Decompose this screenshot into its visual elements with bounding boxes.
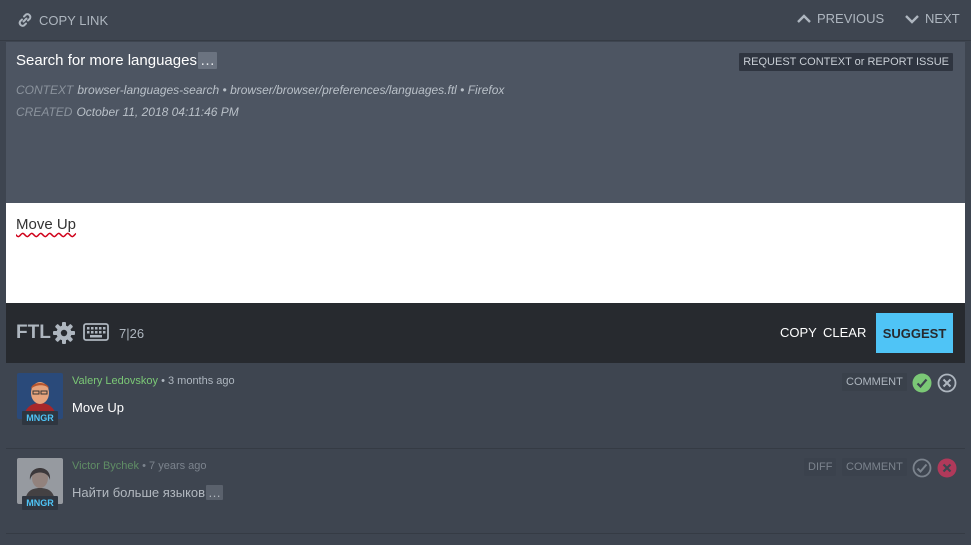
translation-editor[interactable]: Move Up	[6, 203, 965, 303]
next-button[interactable]: NEXT	[904, 11, 960, 26]
character-count: 7|26	[119, 326, 145, 341]
source-ellipsis: …	[197, 52, 217, 69]
copy-link-button[interactable]: COPY LINK	[16, 11, 108, 29]
keyboard-icon[interactable]	[83, 323, 109, 346]
chevron-up-icon	[796, 13, 812, 25]
context-label: CONTEXT	[16, 83, 74, 97]
previous-button[interactable]: PREVIOUS	[796, 11, 884, 26]
approved-icon[interactable]	[912, 373, 932, 393]
translation-time: • 3 months ago	[161, 375, 235, 387]
top-bar: COPY LINK PREVIOUS NEXT	[0, 0, 971, 41]
link-icon	[16, 11, 34, 29]
context-meta: CONTEXT browser-languages-search • browse…	[16, 83, 504, 97]
translation-text: Найти больше языков…	[72, 485, 224, 500]
author-name[interactable]: Valery Ledovskoy	[72, 375, 158, 387]
source-text: Search for more languages	[16, 52, 197, 69]
created-meta: CREATED October 11, 2018 04:11:46 PM	[16, 105, 239, 119]
delete-icon[interactable]	[937, 458, 957, 478]
translation-ellipsis: …	[206, 485, 224, 500]
translation-author: Victor Bychek • 7 years ago	[72, 460, 207, 472]
request-context-button[interactable]: REQUEST CONTEXT or REPORT ISSUE	[739, 53, 953, 71]
reject-icon[interactable]	[937, 373, 957, 393]
editor-toolbar: FTL 7|26 COPY CLEAR SUGGEST	[6, 303, 965, 363]
clear-button[interactable]: CLEAR	[823, 325, 866, 340]
translation-item[interactable]: MNGR Valery Ledovskoy • 3 months ago Mov…	[6, 364, 965, 449]
approve-icon[interactable]	[912, 458, 932, 478]
diff-button[interactable]: DIFF	[804, 458, 837, 476]
author-name[interactable]: Victor Bychek	[72, 460, 139, 472]
chevron-down-icon	[904, 13, 920, 25]
ftl-label: FTL	[16, 322, 51, 343]
translation-text: Move Up	[72, 400, 125, 415]
translation-text-value: Найти больше языков	[72, 485, 206, 500]
translation-time: • 7 years ago	[142, 460, 207, 472]
created-value: October 11, 2018 04:11:46 PM	[76, 105, 239, 119]
next-label: NEXT	[925, 11, 960, 26]
context-value[interactable]: browser-languages-search • browser/brows…	[77, 83, 504, 97]
copy-button[interactable]: COPY	[780, 325, 817, 340]
source-panel: Search for more languages… REQUEST CONTE…	[6, 42, 965, 203]
editor-text[interactable]: Move Up	[16, 216, 76, 233]
previous-label: PREVIOUS	[817, 11, 885, 26]
source-string: Search for more languages…	[16, 52, 217, 69]
suggest-button[interactable]: SUGGEST	[876, 313, 953, 353]
role-badge: MNGR	[22, 496, 58, 510]
role-badge: MNGR	[22, 411, 58, 425]
gear-icon[interactable]	[52, 321, 76, 350]
created-label: CREATED	[16, 105, 73, 119]
translation-item[interactable]: MNGR Victor Bychek • 7 years ago Найти б…	[6, 449, 965, 534]
comment-button[interactable]: COMMENT	[842, 373, 907, 391]
comment-button[interactable]: COMMENT	[842, 458, 907, 476]
copy-link-label: COPY LINK	[39, 12, 109, 28]
translation-author: Valery Ledovskoy • 3 months ago	[72, 375, 235, 387]
